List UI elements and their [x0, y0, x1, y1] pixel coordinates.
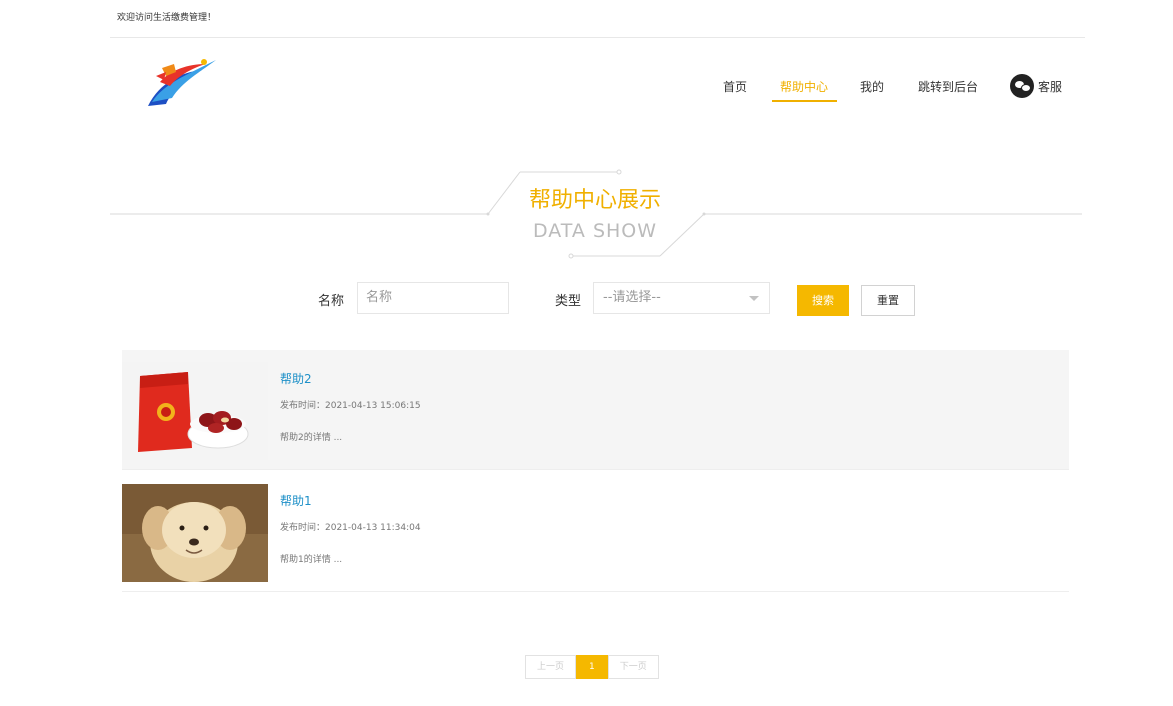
name-label: 名称 [318, 294, 345, 309]
site-logo[interactable] [142, 52, 222, 110]
reset-button[interactable]: 重置 [861, 285, 915, 316]
type-label: 类型 [555, 294, 582, 309]
prev-page-button[interactable]: 上一页 [525, 655, 577, 679]
wechat-icon [1010, 74, 1034, 98]
chevron-down-icon [749, 296, 759, 301]
nav-admin[interactable]: 跳转到后台 [918, 72, 978, 102]
search-button[interactable]: 搜索 [797, 285, 849, 316]
nav-mine[interactable]: 我的 [860, 72, 884, 102]
name-search-input[interactable]: 名称 [357, 282, 509, 314]
section-title: 帮助中心展示 [528, 188, 661, 213]
section-subtitle: DATA SHOW [532, 220, 658, 242]
item-desc: 帮助2的详情 ... [280, 433, 343, 443]
item-time: 发布时间：2021-04-13 11:34:04 [280, 523, 421, 533]
nav-home[interactable]: 首页 [723, 72, 747, 102]
section-decoration [110, 169, 1082, 259]
item-thumbnail[interactable] [122, 362, 268, 460]
item-title[interactable]: 帮助2 [280, 370, 312, 387]
pagination: 上一页 1 下一页 [525, 655, 659, 679]
next-page-button[interactable]: 下一页 [607, 655, 659, 679]
nav-help-center[interactable]: 帮助中心 [772, 72, 837, 102]
list-item[interactable]: 帮助2 发布时间：2021-04-13 15:06:15 帮助2的详情 ... [122, 350, 1069, 470]
type-select[interactable]: --请选择-- [593, 282, 770, 314]
item-desc: 帮助1的详情 ... [280, 555, 343, 565]
list-item[interactable]: 帮助1 发布时间：2021-04-13 11:34:04 帮助1的详情 ... [122, 472, 1069, 592]
page-1-button[interactable]: 1 [576, 655, 608, 679]
welcome-text: 欢迎访问生活缴费管理！ [117, 13, 217, 23]
header-divider [110, 37, 1085, 38]
customer-service-label: 客服 [1038, 79, 1063, 94]
type-select-value: --请选择-- [603, 290, 661, 305]
item-thumbnail[interactable] [122, 484, 268, 582]
item-time: 发布时间：2021-04-13 15:06:15 [280, 401, 421, 411]
item-title[interactable]: 帮助1 [280, 492, 312, 509]
customer-service-link[interactable]: 客服 [1010, 74, 1062, 98]
